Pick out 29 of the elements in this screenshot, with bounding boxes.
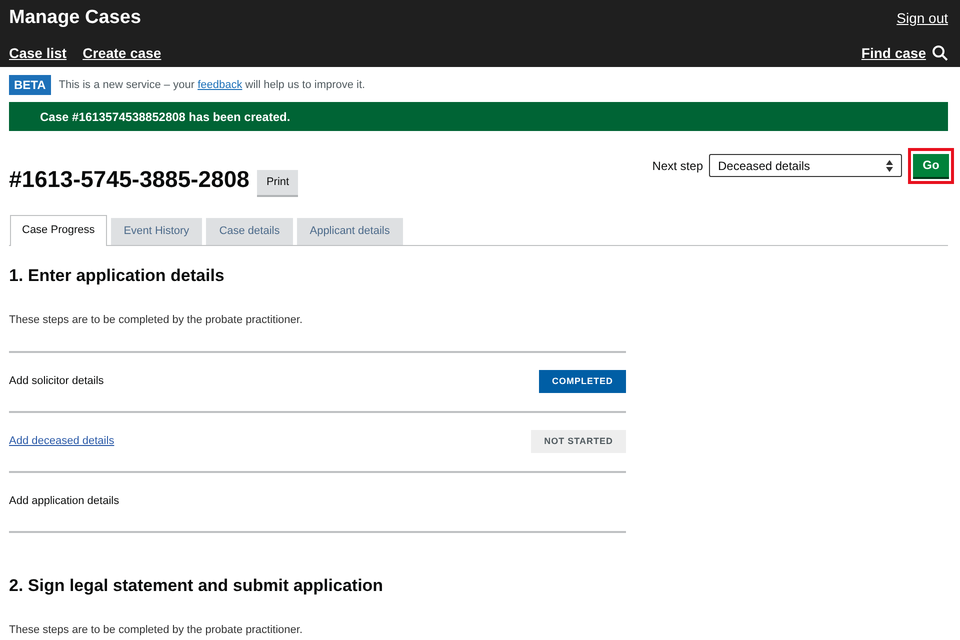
go-button[interactable]: Go — [913, 154, 949, 178]
step-link[interactable]: Add deceased details — [9, 432, 114, 450]
step-label: Add application details — [9, 494, 120, 509]
nav-link[interactable]: Case list — [9, 42, 67, 64]
beta-tag: BETA — [9, 75, 51, 95]
section-heading: 2. Sign legal statement and submit application — [9, 574, 384, 597]
feedback-link[interactable]: feedback — [198, 78, 242, 91]
case-number: #1613-5745-3885-2808 — [9, 165, 250, 194]
phase-banner-text: This is a new service – your feedback will help us to improve it. — [58, 78, 366, 93]
status-tag: NOT STARTED — [531, 430, 626, 454]
service-title: Manage Cases — [9, 6, 142, 30]
section-note: These steps are to be completed by the probate practitioner. — [9, 623, 304, 638]
section-note: These steps are to be completed by the probate practitioner. — [9, 313, 304, 328]
sign-out-link[interactable]: Sign out — [896, 8, 948, 29]
print-button[interactable]: Print — [257, 170, 298, 196]
nav-link[interactable]: Create case — [82, 42, 162, 64]
tab[interactable]: Case Progress — [10, 214, 107, 246]
next-step-select[interactable]: Deceased details — [709, 154, 902, 178]
tab[interactable]: Event History — [110, 218, 202, 244]
status-tag: COMPLETED — [538, 370, 626, 394]
next-step-label: Next step — [652, 158, 703, 175]
select-arrows-icon — [886, 160, 893, 172]
tab[interactable]: Applicant details — [296, 218, 403, 244]
success-message: Case #1613574538852808 has been created. — [40, 108, 290, 126]
search-icon[interactable] — [932, 45, 948, 61]
tab[interactable]: Case details — [206, 218, 293, 244]
step-label: Add solicitor details — [9, 374, 104, 389]
find-case-link[interactable]: Find case — [861, 42, 926, 64]
section-heading: 1. Enter application details — [9, 264, 226, 286]
